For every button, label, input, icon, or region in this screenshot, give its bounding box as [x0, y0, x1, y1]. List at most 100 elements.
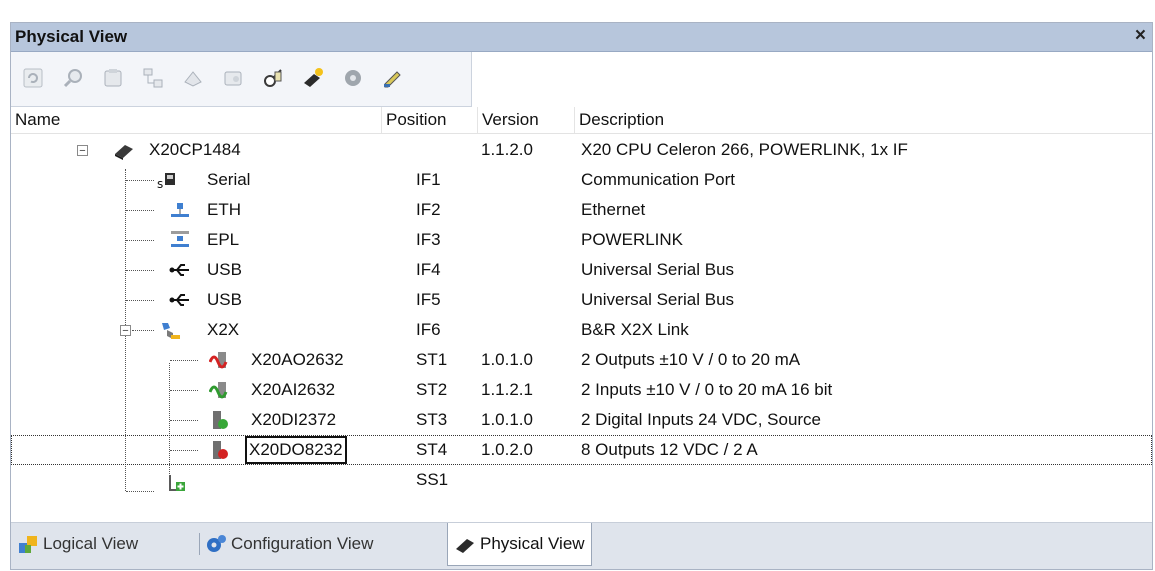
tree-line	[170, 450, 198, 451]
search-icon[interactable]	[59, 64, 87, 92]
row-version: 1.0.1.0	[481, 350, 533, 369]
properties-icon[interactable]	[379, 64, 407, 92]
tab-configuration-view[interactable]: Configuration View	[205, 529, 373, 559]
analog-input-icon	[208, 380, 231, 400]
row-position: IF2	[416, 200, 441, 219]
view-tab-bar: Logical View Configuration View Physical…	[11, 522, 1152, 569]
row-description: POWERLINK	[581, 230, 684, 249]
row-position: SS1	[416, 470, 449, 489]
serial-port-icon: s	[157, 170, 179, 191]
hierarchy-icon[interactable]	[139, 64, 167, 92]
configuration-view-icon	[207, 535, 226, 552]
column-header-version[interactable]: Version	[478, 107, 575, 133]
table-row-selected[interactable]: X20DO8232 ST4 1.0.2.0 8 Outputs 12 VDC /…	[11, 435, 1152, 465]
tree-line	[170, 390, 198, 391]
tree-line	[126, 240, 154, 241]
panel-title-bar: Physical View ×	[11, 23, 1152, 52]
table-row[interactable]: − X2X IF6 B&R X2X Link	[11, 315, 1152, 345]
row-description: Communication Port	[581, 170, 736, 189]
panel-title: Physical View	[15, 27, 128, 46]
find-icon[interactable]	[259, 64, 287, 92]
row-name: X2X	[207, 320, 240, 339]
table-row[interactable]: SS1	[11, 465, 1152, 495]
add-slot-icon	[165, 473, 187, 493]
row-name: X20DI2372	[251, 410, 337, 429]
tab-label: Configuration View	[231, 534, 374, 553]
row-version: 1.0.1.0	[481, 410, 533, 429]
tab-label: Physical View	[480, 534, 585, 553]
row-name: Serial	[207, 170, 251, 189]
physical-view-icon	[456, 539, 474, 553]
digital-input-icon	[209, 410, 231, 430]
tab-divider	[199, 533, 200, 555]
toolbar	[11, 52, 472, 107]
table-row[interactable]: X20AO2632 ST1 1.0.1.0 2 Outputs ±10 V / …	[11, 345, 1152, 375]
open-icon[interactable]	[219, 64, 247, 92]
table-row[interactable]: s Serial IF1 Communication Port	[11, 165, 1152, 195]
collapse-icon[interactable]: −	[120, 325, 131, 337]
row-name: X20AI2632	[251, 380, 336, 399]
row-position: ST2	[416, 380, 448, 399]
tree-line	[126, 180, 154, 181]
column-header-position[interactable]: Position	[382, 107, 478, 133]
cpu-icon	[113, 140, 135, 160]
row-position: IF6	[416, 320, 441, 339]
row-position: ST1	[416, 350, 448, 369]
table-row[interactable]: − X20CP1484 1.1.2.0 X20 CPU Celeron 266,…	[11, 135, 1152, 165]
table-row[interactable]: ETH IF2 Ethernet	[11, 195, 1152, 225]
row-position: IF5	[416, 290, 441, 309]
usb-icon	[169, 260, 191, 280]
row-description: Universal Serial Bus	[581, 260, 735, 279]
row-position: IF4	[416, 260, 441, 279]
tree-line	[170, 420, 198, 421]
row-description: 8 Outputs 12 VDC / 2 A	[581, 440, 758, 459]
tree-line	[126, 491, 154, 492]
svg-text:s: s	[157, 177, 163, 190]
physical-view-panel: Physical View × Name Position Version De…	[10, 22, 1153, 570]
table-row[interactable]: USB IF5 Universal Serial Bus	[11, 285, 1152, 315]
x2x-link-icon	[159, 320, 181, 340]
digital-output-icon	[209, 440, 231, 460]
tab-logical-view[interactable]: Logical View	[17, 529, 138, 559]
row-version: 1.1.2.0	[481, 140, 533, 159]
compare-icon[interactable]	[179, 64, 207, 92]
row-name: EPL	[207, 230, 240, 249]
insert-hardware-icon[interactable]	[299, 64, 327, 92]
collapse-icon[interactable]: −	[77, 145, 88, 157]
row-name: X20CP1484	[149, 140, 241, 159]
row-description: 2 Digital Inputs 24 VDC, Source	[581, 410, 822, 429]
tree-line	[132, 330, 154, 331]
row-description: Ethernet	[581, 200, 646, 219]
row-name[interactable]: X20DO8232	[245, 436, 347, 464]
table-row[interactable]: USB IF4 Universal Serial Bus	[11, 255, 1152, 285]
tree-line	[170, 360, 198, 361]
ethernet-icon	[169, 200, 191, 220]
usb-icon	[169, 290, 191, 310]
logical-view-icon	[19, 536, 37, 553]
row-name: ETH	[207, 200, 241, 219]
row-version: 1.0.2.0	[481, 440, 533, 459]
column-header-description[interactable]: Description	[575, 107, 1152, 133]
row-name-wrapper: X20DO8232	[245, 435, 347, 465]
row-version: 1.1.2.1	[481, 380, 533, 399]
refresh-icon[interactable]	[19, 64, 47, 92]
column-header-name[interactable]: Name	[11, 107, 382, 133]
close-icon[interactable]: ×	[1135, 25, 1146, 47]
module-icon[interactable]	[99, 64, 127, 92]
row-description: 2 Inputs ±10 V / 0 to 20 mA 16 bit	[581, 380, 833, 399]
table-row[interactable]: X20AI2632 ST2 1.1.2.1 2 Inputs ±10 V / 0…	[11, 375, 1152, 405]
row-description: Universal Serial Bus	[581, 290, 735, 309]
tab-physical-view[interactable]: Physical View	[447, 523, 592, 566]
table-row[interactable]: EPL IF3 POWERLINK	[11, 225, 1152, 255]
tab-label: Logical View	[43, 534, 139, 553]
row-description: 2 Outputs ±10 V / 0 to 20 mA	[581, 350, 801, 369]
row-position: ST3	[416, 410, 448, 429]
row-description: B&R X2X Link	[581, 320, 689, 339]
row-position: ST4	[416, 440, 448, 459]
row-position: IF1	[416, 170, 441, 189]
row-description: X20 CPU Celeron 266, POWERLINK, 1x IF	[581, 140, 908, 159]
powerlink-icon	[169, 230, 191, 250]
gear-icon[interactable]	[339, 64, 367, 92]
table-row[interactable]: X20DI2372 ST3 1.0.1.0 2 Digital Inputs 2…	[11, 405, 1152, 435]
analog-output-icon	[208, 350, 231, 370]
